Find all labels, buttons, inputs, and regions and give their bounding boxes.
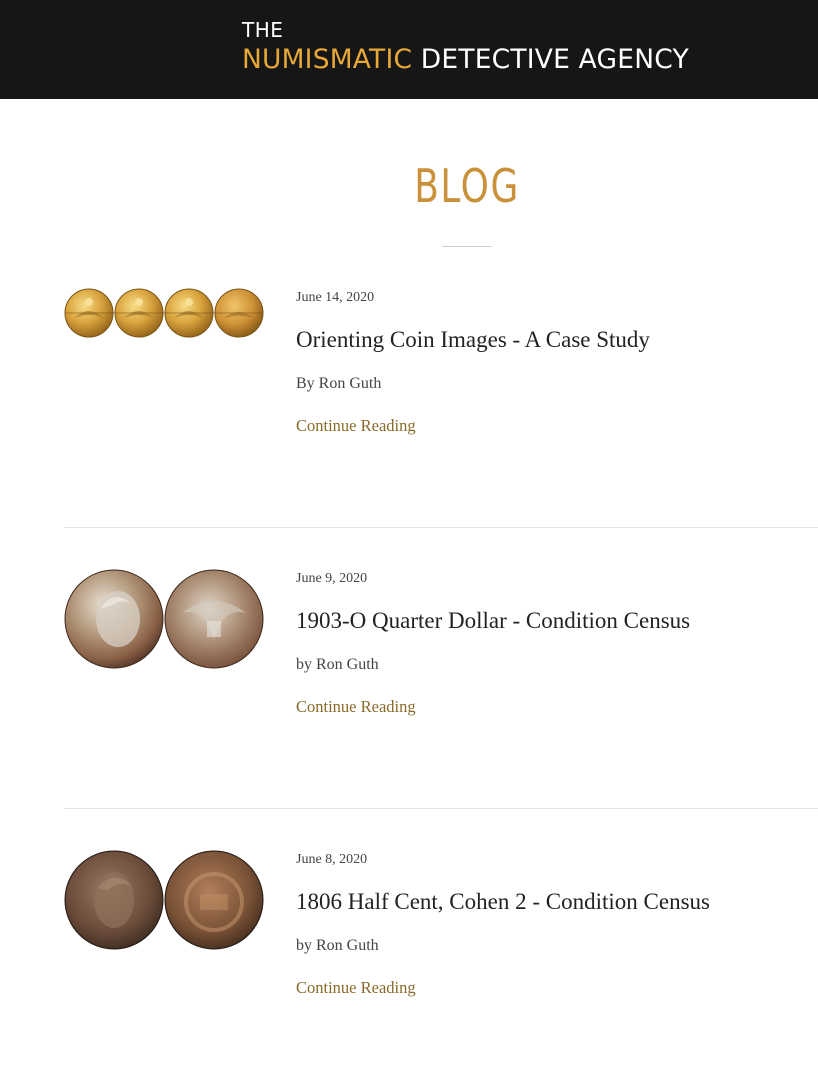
continue-reading-link[interactable]: Continue Reading [296, 415, 416, 437]
post-title[interactable]: 1806 Half Cent, Cohen 2 - Condition Cens… [296, 888, 796, 916]
post-meta: June 14, 2020 Orienting Coin Images - A … [296, 288, 796, 437]
post-thumbnail[interactable] [64, 288, 264, 398]
coin-obverse [64, 569, 164, 669]
blog-post: June 9, 2020 1903-O Quarter Dollar - Con… [0, 569, 818, 809]
post-divider [64, 808, 818, 809]
post-date: June 9, 2020 [296, 571, 368, 586]
blog-post: June 14, 2020 Orienting Coin Images - A … [0, 288, 818, 528]
post-author: by Ron Guth [296, 937, 379, 954]
post-divider [64, 527, 818, 528]
page-title: BLOG [414, 159, 520, 213]
post-author: by Ron Guth [296, 656, 379, 673]
coin-obverse [64, 850, 164, 950]
post-meta: June 8, 2020 1806 Half Cent, Cohen 2 - C… [296, 850, 796, 999]
post-thumbnail[interactable] [64, 569, 264, 679]
site-logo[interactable]: THE NUMISMATIC DETECTIVE AGENCY [242, 18, 689, 76]
blog-post: June 8, 2020 1806 Half Cent, Cohen 2 - C… [0, 850, 818, 1090]
logo-accent-word: NUMISMATIC [242, 44, 413, 75]
coin-reverse [164, 569, 264, 669]
continue-reading-link[interactable]: Continue Reading [296, 977, 416, 999]
logo-rest-words: DETECTIVE AGENCY [420, 44, 689, 75]
post-author: By Ron Guth [296, 375, 382, 392]
logo-title: NUMISMATIC DETECTIVE AGENCY [242, 44, 689, 76]
post-thumbnail[interactable] [64, 850, 264, 960]
post-meta: June 9, 2020 1903-O Quarter Dollar - Con… [296, 569, 796, 718]
post-date: June 8, 2020 [296, 852, 368, 867]
coin-reverse [164, 850, 264, 950]
post-date: June 14, 2020 [296, 290, 375, 305]
continue-reading-link[interactable]: Continue Reading [296, 696, 416, 718]
title-divider [442, 246, 492, 247]
post-title[interactable]: 1903-O Quarter Dollar - Condition Census [296, 607, 796, 635]
logo-the: THE [242, 18, 284, 42]
site-header: THE NUMISMATIC DETECTIVE AGENCY [0, 0, 818, 99]
post-title[interactable]: Orienting Coin Images - A Case Study [296, 326, 796, 354]
